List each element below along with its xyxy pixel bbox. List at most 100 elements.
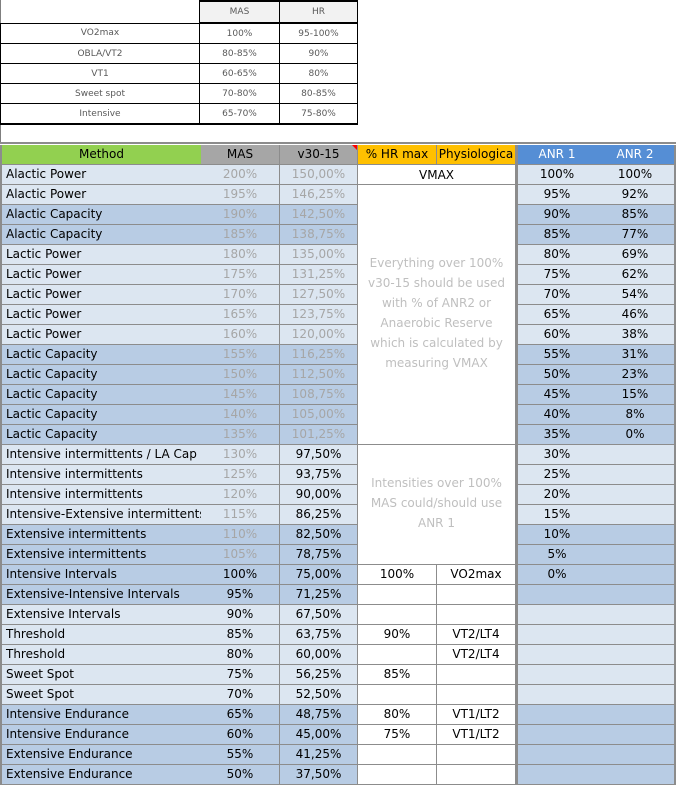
hr-max-cell[interactable] bbox=[358, 765, 437, 785]
v30-15-cell[interactable]: 116,25% bbox=[280, 345, 358, 365]
header-mas[interactable]: MAS bbox=[201, 145, 280, 165]
v30-15-cell[interactable]: 41,25% bbox=[280, 745, 358, 765]
anr1-cell[interactable] bbox=[516, 705, 597, 725]
anr1-cell[interactable]: 70% bbox=[516, 285, 597, 305]
reference-hr[interactable]: 80-85% bbox=[279, 83, 358, 104]
anr1-cell[interactable]: 5% bbox=[516, 545, 597, 565]
reference-mas[interactable]: 65-70% bbox=[199, 103, 280, 125]
anr1-cell[interactable]: 40% bbox=[516, 405, 597, 425]
method-cell[interactable]: Intensive intermittents bbox=[0, 465, 202, 485]
anr1-cell[interactable]: 95% bbox=[516, 185, 597, 205]
v30-15-cell[interactable]: 86,25% bbox=[280, 505, 358, 525]
mas-cell[interactable]: 70% bbox=[201, 685, 280, 705]
v30-15-cell[interactable]: 112,50% bbox=[280, 365, 358, 385]
reference-hr[interactable]: 75-80% bbox=[279, 103, 358, 125]
anr2-note-cell[interactable]: Everything over 100% v30-15 should be us… bbox=[358, 185, 516, 445]
anr1-cell[interactable]: 35% bbox=[516, 425, 597, 445]
v30-15-cell[interactable]: 142,50% bbox=[280, 205, 358, 225]
method-cell[interactable]: Lactic Capacity bbox=[0, 425, 202, 445]
mas-cell[interactable]: 85% bbox=[201, 625, 280, 645]
v30-15-cell[interactable]: 78,75% bbox=[280, 545, 358, 565]
mas-cell[interactable]: 90% bbox=[201, 605, 280, 625]
method-cell[interactable]: Lactic Power bbox=[0, 305, 202, 325]
v30-15-cell[interactable]: 60,00% bbox=[280, 645, 358, 665]
mas-cell[interactable]: 180% bbox=[201, 245, 280, 265]
mas-cell[interactable]: 120% bbox=[201, 485, 280, 505]
method-cell[interactable]: Lactic Power bbox=[0, 245, 202, 265]
method-cell[interactable]: Lactic Power bbox=[0, 265, 202, 285]
mas-cell[interactable]: 150% bbox=[201, 365, 280, 385]
mas-cell[interactable]: 155% bbox=[201, 345, 280, 365]
mas-cell[interactable]: 75% bbox=[201, 665, 280, 685]
mas-cell[interactable]: 200% bbox=[201, 165, 280, 185]
mas-cell[interactable]: 65% bbox=[201, 705, 280, 725]
anr2-cell[interactable] bbox=[596, 725, 676, 745]
v30-15-cell[interactable]: 45,00% bbox=[280, 725, 358, 745]
physiological-cell[interactable]: VT2/LT4 bbox=[437, 645, 516, 665]
v30-15-cell[interactable]: 101,25% bbox=[280, 425, 358, 445]
anr2-cell[interactable] bbox=[596, 545, 676, 565]
anr1-cell[interactable]: 45% bbox=[516, 385, 597, 405]
reference-hr[interactable]: 80% bbox=[279, 63, 358, 84]
mas-cell[interactable]: 195% bbox=[201, 185, 280, 205]
v30-15-cell[interactable]: 97,50% bbox=[280, 445, 358, 465]
header-physiological[interactable]: Physiologica bbox=[437, 145, 516, 165]
anr1-cell[interactable]: 80% bbox=[516, 245, 597, 265]
mas-cell[interactable]: 80% bbox=[201, 645, 280, 665]
anr2-cell[interactable] bbox=[596, 705, 676, 725]
anr2-cell[interactable] bbox=[596, 485, 676, 505]
anr2-cell[interactable]: 100% bbox=[596, 165, 676, 185]
anr1-cell[interactable]: 90% bbox=[516, 205, 597, 225]
method-cell[interactable]: Intensive-Extensive intermittents bbox=[0, 505, 202, 525]
anr2-cell[interactable]: 77% bbox=[596, 225, 676, 245]
anr2-cell[interactable] bbox=[596, 465, 676, 485]
reference-header-blank[interactable] bbox=[1, 1, 200, 23]
mas-cell[interactable]: 115% bbox=[201, 505, 280, 525]
hr-max-cell[interactable] bbox=[358, 645, 437, 665]
mas-cell[interactable]: 140% bbox=[201, 405, 280, 425]
hr-max-cell[interactable]: 90% bbox=[358, 625, 437, 645]
method-cell[interactable]: Threshold bbox=[0, 625, 202, 645]
hr-max-cell[interactable] bbox=[358, 745, 437, 765]
anr2-cell[interactable]: 46% bbox=[596, 305, 676, 325]
method-cell[interactable]: Intensive Endurance bbox=[0, 725, 202, 745]
anr1-cell[interactable] bbox=[516, 665, 597, 685]
method-cell[interactable]: Intensive intermittents bbox=[0, 485, 202, 505]
header-v30-15[interactable]: v30-15 bbox=[280, 145, 358, 165]
anr2-cell[interactable] bbox=[596, 525, 676, 545]
v30-15-cell[interactable]: 135,00% bbox=[280, 245, 358, 265]
v30-15-cell[interactable]: 82,50% bbox=[280, 525, 358, 545]
anr2-cell[interactable]: 62% bbox=[596, 265, 676, 285]
method-cell[interactable]: Sweet Spot bbox=[0, 665, 202, 685]
method-cell[interactable]: Alactic Power bbox=[0, 185, 202, 205]
v30-15-cell[interactable]: 75,00% bbox=[280, 565, 358, 585]
anr2-cell[interactable]: 38% bbox=[596, 325, 676, 345]
v30-15-cell[interactable]: 56,25% bbox=[280, 665, 358, 685]
hr-max-cell[interactable]: 80% bbox=[358, 705, 437, 725]
reference-label[interactable]: OBLA/VT2 bbox=[0, 43, 200, 64]
v30-15-cell[interactable]: 120,00% bbox=[280, 325, 358, 345]
anr2-cell[interactable]: 54% bbox=[596, 285, 676, 305]
anr1-cell[interactable]: 15% bbox=[516, 505, 597, 525]
anr1-cell[interactable]: 75% bbox=[516, 265, 597, 285]
mas-cell[interactable]: 170% bbox=[201, 285, 280, 305]
mas-cell[interactable]: 190% bbox=[201, 205, 280, 225]
anr2-cell[interactable]: 69% bbox=[596, 245, 676, 265]
mas-cell[interactable]: 110% bbox=[201, 525, 280, 545]
reference-label[interactable]: Sweet spot bbox=[0, 83, 200, 104]
method-cell[interactable]: Lactic Capacity bbox=[0, 385, 202, 405]
header-method[interactable]: Method bbox=[0, 145, 202, 165]
method-cell[interactable]: Intensive Endurance bbox=[0, 705, 202, 725]
method-cell[interactable]: Threshold bbox=[0, 645, 202, 665]
anr2-cell[interactable]: 8% bbox=[596, 405, 676, 425]
v30-15-cell[interactable]: 150,00% bbox=[280, 165, 358, 185]
physiological-cell[interactable] bbox=[437, 585, 516, 605]
anr1-cell[interactable] bbox=[516, 645, 597, 665]
v30-15-cell[interactable]: 131,25% bbox=[280, 265, 358, 285]
reference-label[interactable]: VO2max bbox=[0, 22, 200, 44]
reference-label[interactable]: VT1 bbox=[0, 63, 200, 84]
mas-cell[interactable]: 50% bbox=[201, 765, 280, 785]
mas-cell[interactable]: 160% bbox=[201, 325, 280, 345]
method-cell[interactable]: Sweet Spot bbox=[0, 685, 202, 705]
anr2-cell[interactable]: 85% bbox=[596, 205, 676, 225]
